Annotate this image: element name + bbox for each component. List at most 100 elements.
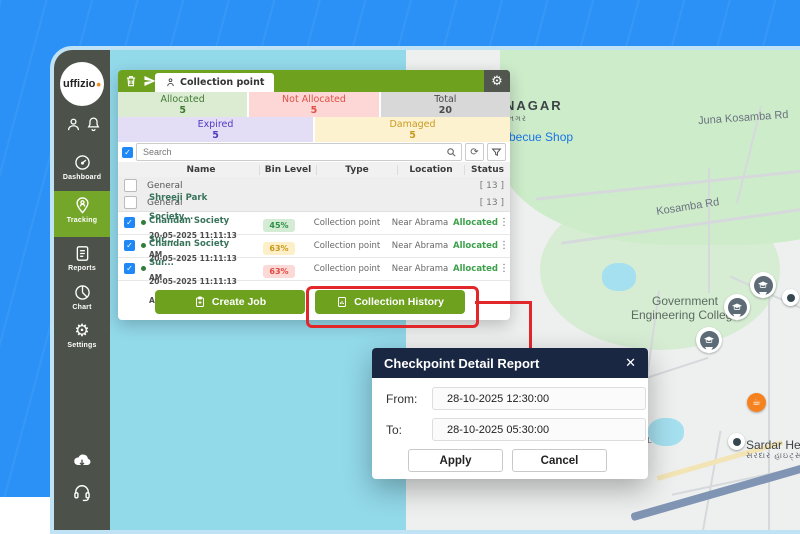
panel-settings-gear-icon[interactable]: ⚙: [484, 70, 510, 92]
stat-value: 20: [381, 105, 510, 116]
poi-dot-icon: [733, 438, 741, 446]
search-input[interactable]: [141, 146, 446, 158]
stat-label: Damaged: [389, 119, 435, 130]
map-label-nagar-gujarati: નગર: [508, 114, 527, 124]
to-datetime-field[interactable]: 28-10-2025 05:30:00: [432, 418, 646, 441]
stat-value: 5: [118, 105, 247, 116]
column-type[interactable]: Type: [317, 165, 398, 175]
column-status[interactable]: Status: [465, 165, 510, 175]
person-pin-icon: [165, 77, 176, 88]
stat-label: Not Allocated: [282, 94, 346, 105]
group-count: [ 13 ]: [480, 198, 504, 208]
app-window: NAGAR નગર becue Shop Juna Kosamba Rd Kos…: [50, 46, 800, 534]
to-label: To:: [386, 423, 402, 437]
education-poi-marker[interactable]: [696, 327, 722, 353]
sidebar-item-reports[interactable]: Reports: [54, 239, 110, 277]
row-type: Collection point: [307, 264, 387, 274]
pie-chart-icon: [73, 283, 92, 302]
stat-label: Allocated: [161, 94, 205, 105]
close-icon[interactable]: ✕: [625, 355, 636, 371]
map-label-sardar-gujarati: સરદાર હાઇટ્સ: [746, 451, 800, 461]
row-status: Allocated: [453, 218, 498, 228]
column-bin-level[interactable]: Bin Level: [260, 165, 317, 175]
apply-button[interactable]: Apply: [408, 449, 503, 472]
sidebar-item-chart[interactable]: Chart: [54, 278, 110, 316]
status-dot: [141, 243, 146, 248]
sidebar-item-tracking[interactable]: Tracking: [54, 191, 110, 237]
table-row[interactable]: ✓ Chandan Society Sur...20-05-2025 11:11…: [118, 257, 510, 281]
map-label-sardar: Sardar Heig: [746, 438, 800, 452]
group-checkbox[interactable]: [124, 196, 137, 209]
group-checkbox[interactable]: [124, 179, 137, 192]
column-location[interactable]: Location: [398, 165, 465, 175]
cafe-poi-marker[interactable]: ☕: [747, 393, 766, 412]
map-pond: [602, 263, 636, 291]
filter-funnel-icon: [491, 147, 502, 158]
stat-allocated: Allocated5: [118, 92, 247, 117]
row-menu-kebab-icon[interactable]: ⋮: [498, 263, 510, 274]
bin-icon[interactable]: [124, 74, 138, 88]
create-job-label: Create Job: [212, 296, 266, 308]
row-checkbox[interactable]: ✓: [124, 217, 135, 228]
search-row: ✓ ⟳: [118, 142, 510, 162]
create-job-button[interactable]: Create Job: [155, 290, 305, 314]
sidebar-label: Tracking: [67, 217, 97, 224]
annotation-highlight-box: [306, 286, 479, 328]
cafe-cup-icon: ☕: [752, 397, 761, 408]
sidebar-item-settings[interactable]: ⚙ Settings: [54, 316, 110, 354]
modal-title: Checkpoint Detail Report: [384, 356, 539, 371]
annotation-connector-line: [475, 301, 532, 304]
sidebar-label: Reports: [68, 265, 96, 272]
from-label: From:: [386, 392, 417, 406]
stat-expired: Expired5: [118, 117, 313, 142]
settings-gear-icon: ⚙: [73, 321, 92, 340]
status-dot: [141, 266, 146, 271]
row-checkbox[interactable]: ✓: [124, 263, 135, 274]
graduation-cap-icon: [754, 276, 773, 295]
collection-point-panel: Collection point ⚙ Allocated5 Not Alloca…: [118, 70, 510, 320]
sardar-heights-marker[interactable]: [728, 433, 745, 450]
filter-button[interactable]: [487, 143, 506, 161]
row-location: Near Abrama: [387, 241, 453, 251]
map-label-nagar: NAGAR: [505, 98, 563, 113]
stat-value: 5: [118, 130, 313, 141]
search-icon: [446, 147, 457, 158]
map-road: [708, 168, 710, 293]
map-pond: [648, 418, 684, 446]
select-all-checkbox[interactable]: ✓: [122, 147, 133, 158]
tab-collection-point[interactable]: Collection point: [155, 73, 274, 92]
college-line2: Engineering College: [631, 308, 739, 322]
row-name[interactable]: Chandan Society Sur...: [149, 239, 229, 268]
modal-header: Checkpoint Detail Report ✕: [372, 348, 648, 378]
refresh-button[interactable]: ⟳: [465, 143, 484, 161]
stat-label: Expired: [198, 119, 234, 130]
bin-level-badge: 63%: [263, 242, 294, 255]
row-location: Near Abrama: [387, 264, 453, 274]
from-datetime-field[interactable]: 28-10-2025 12:30:00: [432, 387, 646, 410]
sidebar-item-dashboard[interactable]: Dashboard: [54, 148, 110, 186]
user-icon[interactable]: [65, 116, 82, 133]
column-name[interactable]: Name: [143, 165, 260, 175]
row-checkbox[interactable]: ✓: [124, 240, 135, 251]
sidebar-label: Chart: [72, 304, 91, 311]
sidebar-label: Settings: [67, 342, 96, 349]
headset-support-icon[interactable]: [72, 482, 92, 502]
stat-label: Total: [434, 94, 456, 105]
generic-poi-marker[interactable]: [782, 289, 799, 306]
education-poi-marker[interactable]: [750, 272, 776, 298]
tab-label: Collection point: [180, 77, 264, 88]
logo-text: uffizio: [63, 78, 95, 90]
stat-total: Total20: [381, 92, 510, 117]
row-menu-kebab-icon[interactable]: ⋮: [498, 217, 510, 228]
map-label-shop[interactable]: becue Shop: [509, 130, 573, 144]
row-type: Collection point: [307, 241, 387, 251]
app-logo[interactable]: uffizio•: [60, 62, 104, 106]
bell-icon[interactable]: [85, 116, 102, 133]
cloud-download-icon[interactable]: [72, 450, 92, 470]
stats-row-1: Allocated5 Not Allocated5 Total20: [118, 92, 510, 117]
education-poi-marker[interactable]: [724, 294, 750, 320]
stat-not-allocated: Not Allocated5: [249, 92, 378, 117]
row-menu-kebab-icon[interactable]: ⋮: [498, 240, 510, 251]
table-header: Name Bin Level Type Location Status: [118, 162, 510, 178]
cancel-button[interactable]: Cancel: [512, 449, 607, 472]
